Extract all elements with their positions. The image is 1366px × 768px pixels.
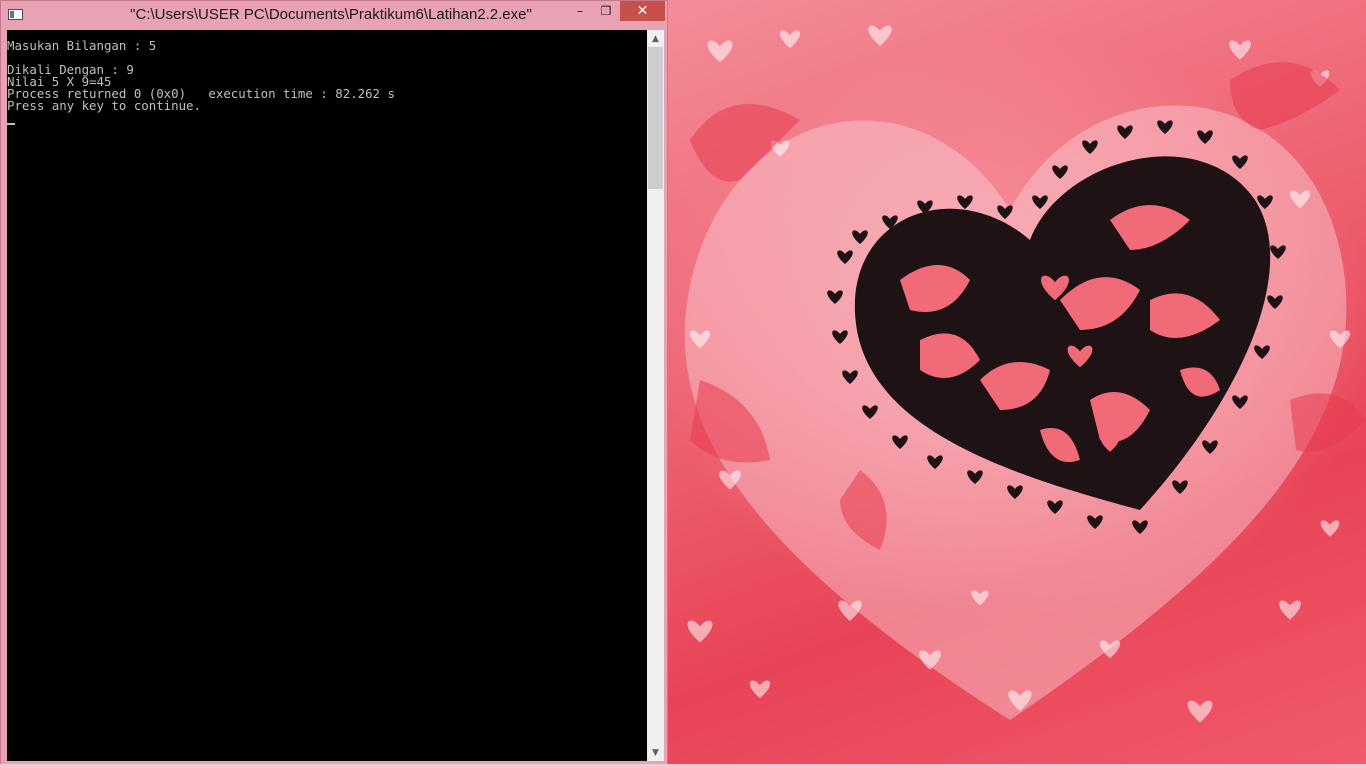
console-window[interactable]: "C:\Users\USER PC\Documents\Praktikum6\L…	[0, 0, 668, 766]
scrollbar-thumb[interactable]	[648, 47, 663, 189]
scroll-up-icon: ▲	[652, 33, 659, 44]
text-cursor	[7, 123, 15, 125]
console-app-icon[interactable]	[8, 9, 23, 20]
console-line: Press any key to continue.	[7, 98, 201, 113]
close-icon: ✕	[636, 3, 649, 19]
window-title: "C:\Users\USER PC\Documents\Praktikum6\L…	[130, 6, 532, 23]
title-bar[interactable]: "C:\Users\USER PC\Documents\Praktikum6\L…	[1, 1, 667, 29]
minimize-button[interactable]: –	[567, 1, 593, 21]
minimize-icon: –	[577, 4, 583, 18]
vertical-scrollbar[interactable]: ▲ ▼	[647, 30, 664, 761]
restore-icon: ❐	[600, 4, 612, 18]
console-output-area[interactable]: Masukan Bilangan : 5 Dikali Dengan : 9 Nil…	[7, 30, 647, 761]
console-line: Masukan Bilangan : 5	[7, 38, 157, 53]
console-text: Masukan Bilangan : 5 Dikali Dengan : 9 Nil…	[7, 30, 647, 112]
close-button[interactable]: ✕	[620, 1, 665, 21]
restore-button[interactable]: ❐	[593, 1, 619, 21]
taskbar-edge	[0, 764, 1366, 768]
scroll-up-button[interactable]: ▲	[647, 30, 664, 47]
scroll-down-button[interactable]: ▼	[647, 744, 664, 761]
scroll-down-icon: ▼	[652, 747, 659, 758]
